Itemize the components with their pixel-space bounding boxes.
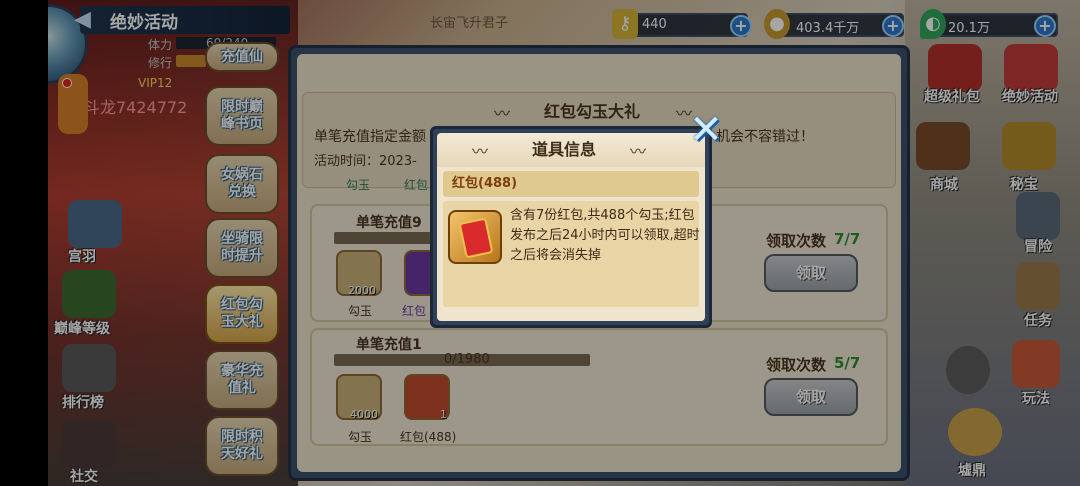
item-name: 红包(488): [452, 176, 518, 191]
close-icon[interactable]: ✕: [686, 110, 726, 150]
red-envelope-shape: [458, 217, 494, 259]
screen-bezel: [0, 0, 48, 486]
dialog-title: 道具信息: [532, 140, 597, 159]
item-description: 含有7份红包,共488个勾玉;红包发布之后24小时内可以领取,超时之后将会消失掉: [510, 208, 700, 263]
hongbao-item-icon: [448, 210, 502, 264]
game-scene: ◀ 绝妙活动 体力 60/240 修行 斗龙7424772 VIP12 长宙飞升…: [0, 0, 1080, 486]
dialog-ornament-left: 〰: [472, 142, 489, 161]
dialog-ornament-right: 〰: [630, 142, 647, 161]
